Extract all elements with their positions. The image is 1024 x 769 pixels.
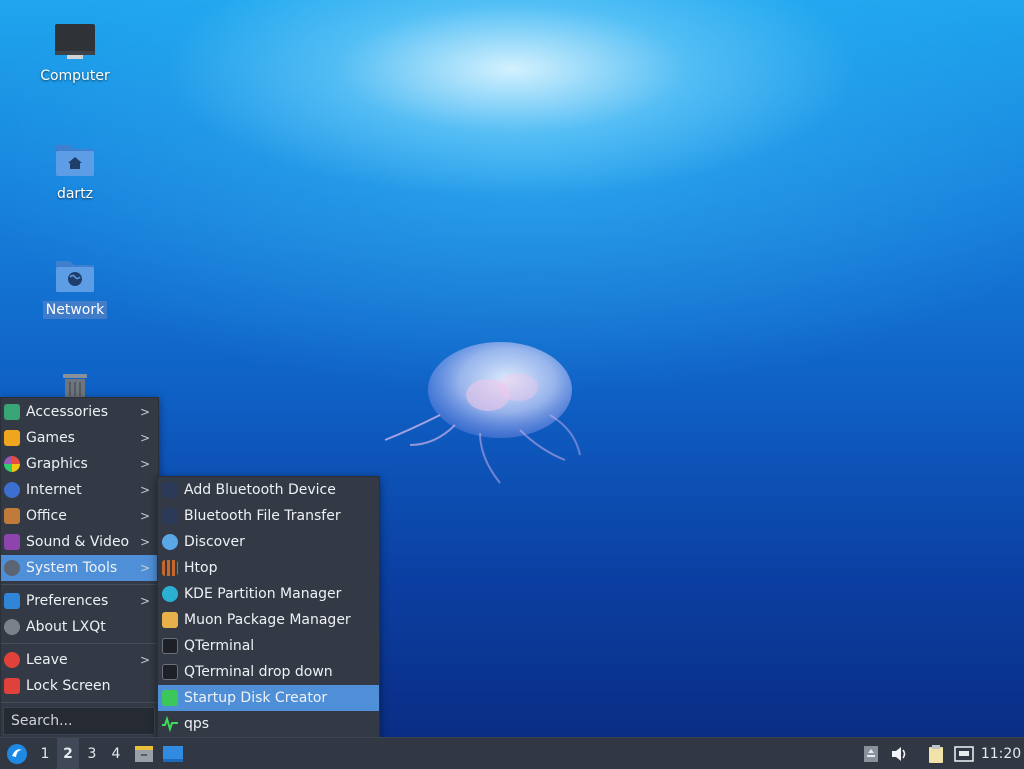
speaker-icon bbox=[892, 746, 906, 761]
desktop-icon-computer[interactable]: Computer bbox=[30, 22, 120, 85]
submenu-item-bluetooth-file-transfer[interactable]: Bluetooth File Transfer bbox=[158, 503, 379, 529]
desktop-icon-network[interactable]: Network bbox=[30, 256, 120, 319]
volume-control[interactable] bbox=[888, 738, 912, 769]
menu-item-leave[interactable]: Leave > bbox=[1, 647, 158, 673]
system-tools-icon bbox=[4, 560, 20, 576]
partition-manager-icon bbox=[162, 586, 178, 602]
lubuntu-logo-icon bbox=[7, 743, 27, 764]
file-cabinet-icon bbox=[135, 745, 153, 762]
lock-icon bbox=[4, 678, 20, 694]
menu-item-office[interactable]: Office > bbox=[1, 503, 158, 529]
menu-item-accessories[interactable]: Accessories > bbox=[1, 399, 158, 425]
chevron-right-icon: > bbox=[139, 431, 150, 445]
htop-icon bbox=[162, 560, 178, 576]
menu-separator bbox=[1, 702, 158, 703]
desktop-icon bbox=[163, 745, 183, 762]
clock[interactable]: 11:20 bbox=[980, 738, 1022, 769]
workspace-3-button[interactable]: 3 bbox=[81, 738, 103, 769]
menu-item-sound-video[interactable]: Sound & Video > bbox=[1, 529, 158, 555]
submenu-item-htop[interactable]: Htop bbox=[158, 555, 379, 581]
submenu-item-discover[interactable]: Discover bbox=[158, 529, 379, 555]
show-desktop-button[interactable] bbox=[160, 738, 186, 769]
startup-disk-icon bbox=[162, 690, 178, 706]
package-manager-icon bbox=[162, 612, 178, 628]
accessories-icon bbox=[4, 404, 20, 420]
home-folder-icon bbox=[56, 145, 94, 176]
office-icon bbox=[4, 508, 20, 524]
menu-item-graphics[interactable]: Graphics > bbox=[1, 451, 158, 477]
process-monitor-icon bbox=[162, 715, 178, 733]
terminal-icon bbox=[162, 638, 178, 654]
chevron-right-icon: > bbox=[139, 594, 150, 608]
menu-item-internet[interactable]: Internet > bbox=[1, 477, 158, 503]
workspace-4-button[interactable]: 4 bbox=[105, 738, 127, 769]
start-menu-button[interactable] bbox=[4, 738, 30, 769]
chevron-right-icon: > bbox=[139, 457, 150, 471]
system-tools-submenu: Add Bluetooth Device Bluetooth File Tran… bbox=[157, 476, 380, 740]
pulse-line-icon bbox=[162, 715, 178, 733]
desktop-icon-label: dartz bbox=[56, 186, 94, 202]
removable-media-tray[interactable] bbox=[860, 738, 882, 769]
clipboard-tray[interactable] bbox=[924, 738, 948, 769]
chevron-right-icon: > bbox=[139, 561, 150, 575]
menu-separator bbox=[1, 643, 158, 644]
desktop-icon-label: Computer bbox=[40, 68, 110, 84]
chevron-right-icon: > bbox=[139, 653, 150, 667]
chevron-right-icon: > bbox=[139, 509, 150, 523]
desktop-icon-label: Network bbox=[42, 301, 108, 319]
submenu-item-muon-package-manager[interactable]: Muon Package Manager bbox=[158, 607, 379, 633]
games-icon bbox=[4, 430, 20, 446]
submenu-item-qterminal-drop-down[interactable]: QTerminal drop down bbox=[158, 659, 379, 685]
discover-icon bbox=[162, 534, 178, 550]
info-icon bbox=[4, 619, 20, 635]
menu-search-input[interactable]: Search... bbox=[3, 707, 155, 735]
power-icon bbox=[4, 652, 20, 668]
menu-item-system-tools[interactable]: System Tools > bbox=[1, 555, 158, 581]
chevron-right-icon: > bbox=[139, 535, 150, 549]
workspace-1-button[interactable]: 1 bbox=[34, 738, 56, 769]
application-menu: Accessories > Games > Graphics > Interne… bbox=[0, 397, 159, 741]
internet-icon bbox=[4, 482, 20, 498]
submenu-item-startup-disk-creator[interactable]: Startup Disk Creator bbox=[158, 685, 379, 711]
trash-icon bbox=[63, 374, 87, 398]
submenu-item-add-bluetooth-device[interactable]: Add Bluetooth Device bbox=[158, 477, 379, 503]
network-folder-icon bbox=[56, 261, 94, 292]
bluetooth-icon bbox=[162, 482, 178, 498]
menu-item-games[interactable]: Games > bbox=[1, 425, 158, 451]
sound-video-icon bbox=[4, 534, 20, 550]
computer-icon bbox=[55, 24, 95, 59]
file-manager-launcher[interactable] bbox=[132, 738, 156, 769]
menu-item-about-lxqt[interactable]: About LXQt bbox=[1, 614, 158, 640]
menu-item-lock-screen[interactable]: Lock Screen bbox=[1, 673, 158, 699]
jellyfish-wallpaper bbox=[384, 342, 581, 484]
network-status-tray[interactable] bbox=[952, 738, 976, 769]
menu-item-preferences[interactable]: Preferences > bbox=[1, 588, 158, 614]
clipboard-icon bbox=[929, 744, 943, 763]
chevron-right-icon: > bbox=[139, 483, 150, 497]
desktop-icon-home[interactable]: dartz bbox=[30, 140, 120, 203]
workspace-2-button[interactable]: 2 bbox=[57, 738, 79, 769]
chevron-right-icon: > bbox=[139, 405, 150, 419]
network-wired-icon bbox=[954, 745, 974, 762]
preferences-icon bbox=[4, 593, 20, 609]
taskbar: 1 2 3 4 11:20 bbox=[0, 737, 1024, 769]
desktop-icon-trash[interactable] bbox=[30, 372, 120, 398]
submenu-item-kde-partition-manager[interactable]: KDE Partition Manager bbox=[158, 581, 379, 607]
submenu-item-qps[interactable]: qps bbox=[158, 711, 379, 737]
usb-drive-icon bbox=[864, 745, 878, 762]
terminal-icon bbox=[162, 664, 178, 680]
menu-separator bbox=[1, 584, 158, 585]
graphics-icon bbox=[4, 456, 20, 472]
submenu-item-qterminal[interactable]: QTerminal bbox=[158, 633, 379, 659]
bluetooth-icon bbox=[162, 508, 178, 524]
